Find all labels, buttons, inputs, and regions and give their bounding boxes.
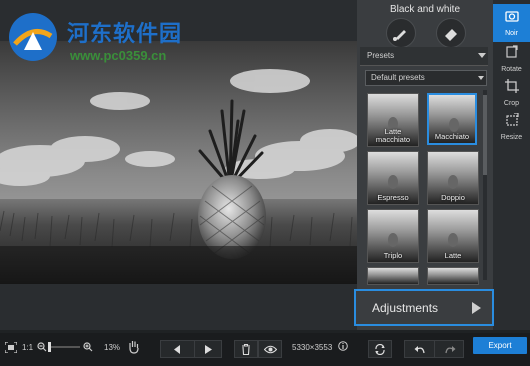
tool-rotate-label: Rotate xyxy=(501,66,522,73)
preset-thumbnail-label: Doppio xyxy=(441,193,465,202)
right-toolbar: Noir Rotate Crop Resize xyxy=(493,0,530,330)
watermark-url: www.pc0359.cn xyxy=(70,48,167,63)
panel-title: Black and white xyxy=(389,4,461,15)
arrow-left-icon xyxy=(174,345,180,354)
preset-thumbnail[interactable]: Doppio xyxy=(427,151,479,205)
camera-icon xyxy=(504,11,519,22)
tool-crop[interactable]: Crop xyxy=(493,74,530,112)
brush-button[interactable] xyxy=(386,18,416,48)
preset-thumbnail[interactable]: Macchiato xyxy=(427,93,477,145)
arrow-right-icon xyxy=(205,345,212,354)
preset-thumbnail-label: Espresso xyxy=(377,193,409,202)
redo-icon xyxy=(445,346,456,354)
preset-thumbnail[interactable] xyxy=(367,267,419,285)
watermark-logo-icon xyxy=(9,13,57,61)
presets-dropdown-value: Default presets xyxy=(371,73,425,82)
preset-thumbnail-label: Triplo xyxy=(383,251,403,260)
zoom-slider-handle[interactable] xyxy=(48,342,51,352)
presets-dropdown[interactable]: Default presets xyxy=(365,70,487,86)
tool-noir[interactable]: Noir xyxy=(493,4,530,42)
tool-crop-label: Crop xyxy=(503,100,520,107)
compare-button[interactable] xyxy=(368,340,392,358)
tool-noir-label: Noir xyxy=(505,30,518,37)
hand-pan-icon[interactable] xyxy=(127,339,141,355)
brush-icon xyxy=(393,30,406,41)
chevron-down-icon xyxy=(478,53,486,58)
delete-button[interactable] xyxy=(234,340,258,358)
adjustments-button[interactable]: Adjustments xyxy=(354,289,494,326)
fit-screen-icon[interactable] xyxy=(5,342,17,353)
eraser-button[interactable] xyxy=(436,18,466,48)
presets-label: Presets xyxy=(367,51,395,60)
watermark-title: 河东软件园 xyxy=(67,21,183,47)
canvas-area: 河东软件园 www.pc0359.cn xyxy=(0,0,357,330)
preset-thumbnail[interactable]: Latte macchiato xyxy=(367,93,419,147)
zoom-percent: 13% xyxy=(104,343,121,352)
preset-thumbnail[interactable]: Latte xyxy=(427,209,479,263)
preset-thumbnail-image xyxy=(368,268,418,285)
resize-icon xyxy=(505,112,519,126)
presets-scrollbar-thumb[interactable] xyxy=(483,95,487,175)
preset-thumbnail-image xyxy=(428,268,478,285)
play-arrow-icon xyxy=(472,302,481,314)
preset-thumbnail-label: Latte xyxy=(444,251,462,260)
zoom-out-icon[interactable] xyxy=(37,342,47,352)
preset-thumbnail[interactable] xyxy=(427,267,479,285)
rotate-icon xyxy=(505,45,518,58)
preview-toggle-button[interactable] xyxy=(258,340,282,358)
zoom-in-icon[interactable] xyxy=(83,342,93,352)
preset-thumbnail[interactable]: Triplo xyxy=(367,209,419,263)
watermark: 河东软件园 www.pc0359.cn xyxy=(4,4,254,66)
tool-rotate[interactable]: Rotate xyxy=(493,40,530,78)
photo-preview[interactable] xyxy=(0,41,357,284)
zoom-slider-track[interactable] xyxy=(48,346,80,348)
refresh-icon xyxy=(375,344,385,355)
image-dimensions: 5330×3553 xyxy=(292,343,333,352)
tool-resize[interactable]: Resize xyxy=(493,108,530,146)
undo-button[interactable] xyxy=(404,340,434,358)
redo-button[interactable] xyxy=(434,340,464,358)
prev-image-button[interactable] xyxy=(160,340,194,358)
info-icon[interactable] xyxy=(338,341,348,351)
dropdown-arrow-icon xyxy=(478,76,484,80)
pineapple-photo xyxy=(0,41,357,284)
tool-resize-label: Resize xyxy=(500,134,523,141)
presets-header[interactable]: Presets xyxy=(360,47,488,66)
preset-thumbnail-label: Latte macchiato xyxy=(375,127,411,144)
preset-thumbnail[interactable]: Espresso xyxy=(367,151,419,205)
eraser-icon xyxy=(445,29,457,41)
trash-icon xyxy=(242,344,250,355)
eye-icon xyxy=(264,345,277,354)
adjustments-label: Adjustments xyxy=(372,301,439,315)
ratio-1to1-button[interactable]: 1:1 xyxy=(22,343,33,352)
preset-thumbnail-label: Macchiato xyxy=(434,132,470,141)
adjustment-panel: Black and white Presets Default presets … xyxy=(357,0,493,330)
next-image-button[interactable] xyxy=(194,340,222,358)
bottom-toolbar: 1:1 13% 5330×3553 xyxy=(0,333,530,366)
export-button[interactable]: Export xyxy=(473,337,527,354)
undo-icon xyxy=(414,346,425,354)
crop-icon xyxy=(504,79,519,93)
